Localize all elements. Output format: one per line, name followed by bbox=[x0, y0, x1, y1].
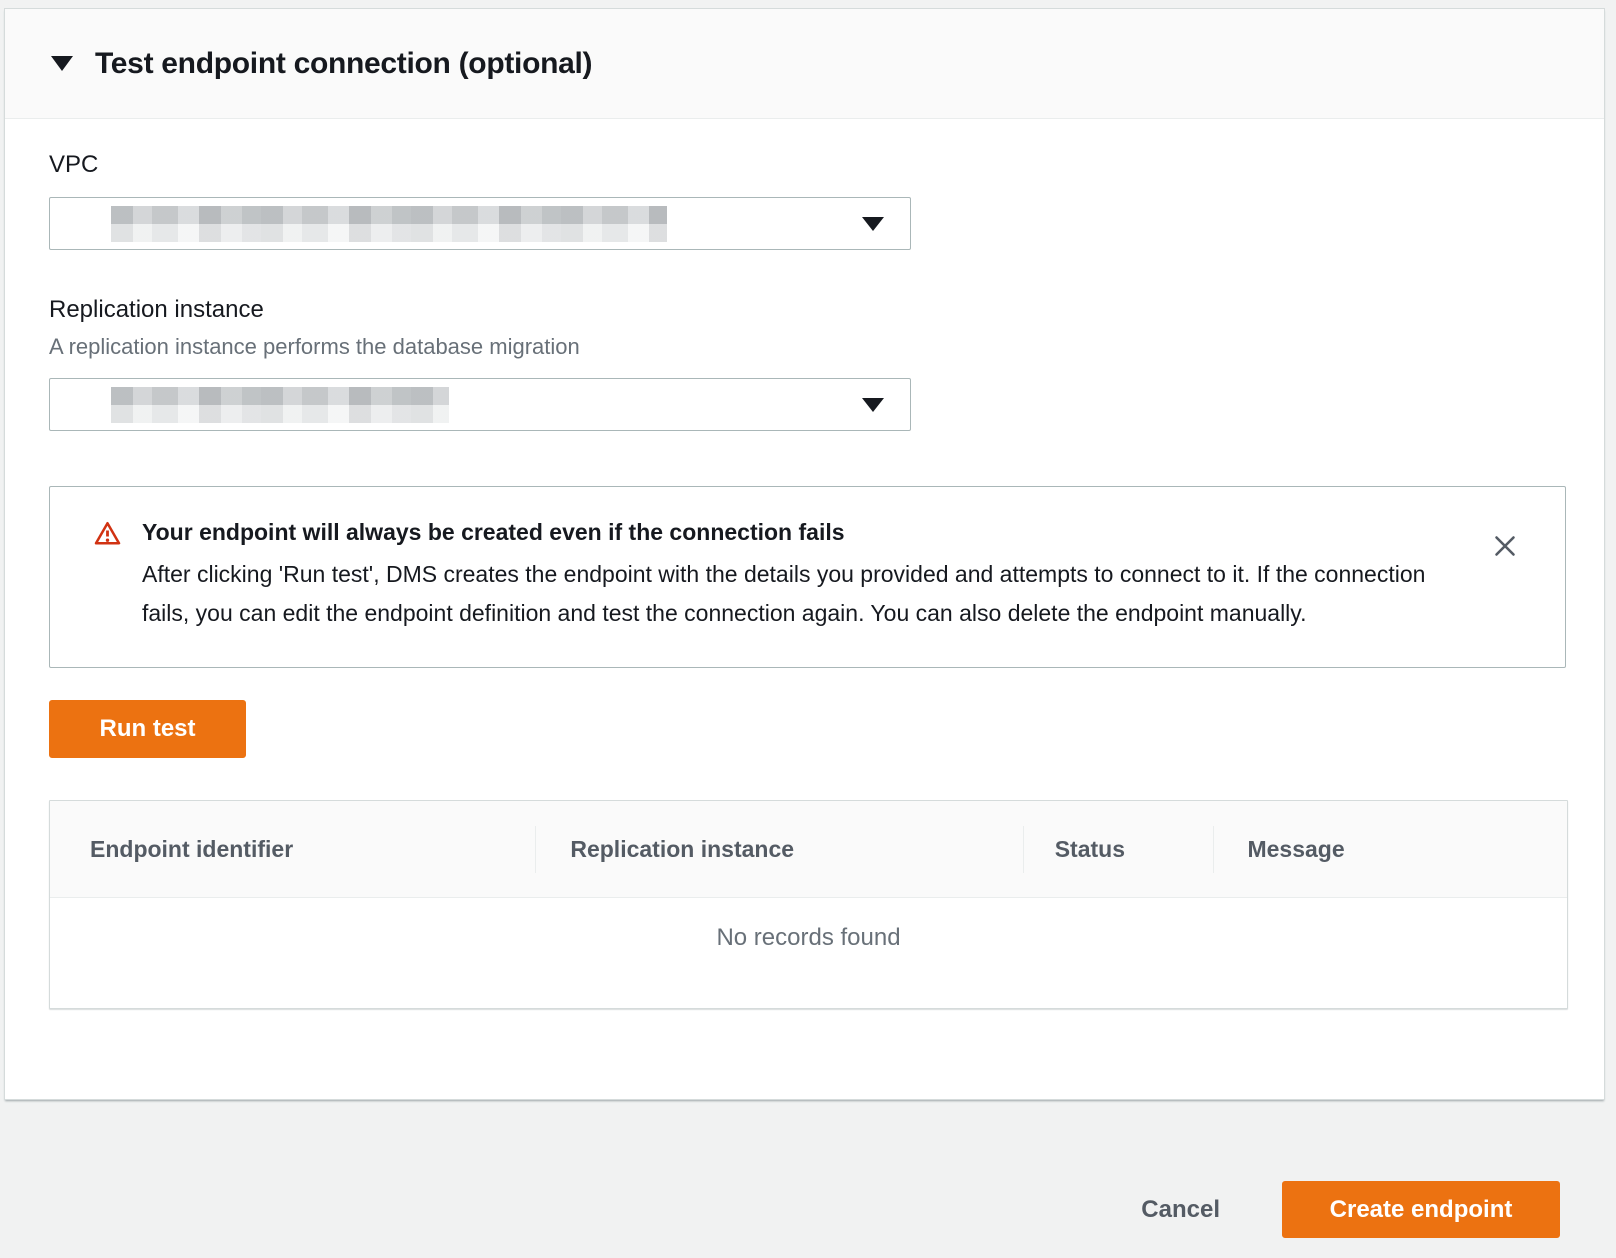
vpc-select[interactable] bbox=[49, 197, 911, 250]
warning-alert-close-button[interactable] bbox=[1490, 531, 1520, 561]
column-header-status: Status bbox=[1023, 801, 1214, 897]
warning-alert-title: Your endpoint will always be created eve… bbox=[142, 519, 1442, 546]
run-test-button[interactable]: Run test bbox=[49, 700, 246, 758]
column-header-message: Message bbox=[1213, 801, 1567, 897]
column-header-endpoint-identifier: Endpoint identifier bbox=[50, 801, 535, 897]
close-icon bbox=[1490, 531, 1520, 561]
replication-instance-select[interactable] bbox=[49, 378, 911, 431]
replication-instance-label: Replication instance bbox=[49, 296, 1604, 324]
vpc-caret-down-icon bbox=[862, 217, 884, 231]
warning-triangle-icon bbox=[94, 520, 121, 633]
test-results-table: Endpoint identifier Replication instance… bbox=[49, 800, 1568, 1009]
column-header-replication-instance: Replication instance bbox=[535, 801, 1022, 897]
replication-instance-selected-value-redacted bbox=[111, 387, 449, 423]
section-collapse-caret-icon bbox=[51, 56, 73, 71]
warning-alert: Your endpoint will always be created eve… bbox=[49, 486, 1566, 668]
create-endpoint-button[interactable]: Create endpoint bbox=[1282, 1181, 1560, 1238]
vpc-label: VPC bbox=[49, 151, 1604, 179]
footer-action-bar: Cancel Create endpoint bbox=[1141, 1181, 1560, 1238]
section-header-toggle[interactable]: Test endpoint connection (optional) bbox=[5, 9, 1604, 119]
cancel-button[interactable]: Cancel bbox=[1141, 1196, 1220, 1224]
section-title: Test endpoint connection (optional) bbox=[95, 47, 592, 81]
table-empty-state: No records found bbox=[50, 898, 1567, 1008]
replication-instance-caret-down-icon bbox=[862, 398, 884, 412]
vpc-selected-value-redacted bbox=[111, 206, 667, 242]
warning-alert-content: Your endpoint will always be created eve… bbox=[142, 517, 1442, 633]
section-body: VPC Replication instance A replication i… bbox=[5, 119, 1604, 1009]
table-header-row: Endpoint identifier Replication instance… bbox=[50, 801, 1567, 898]
warning-alert-body: After clicking 'Run test', DMS creates t… bbox=[142, 555, 1442, 633]
test-endpoint-connection-panel: Test endpoint connection (optional) VPC … bbox=[4, 8, 1605, 1100]
replication-instance-description: A replication instance performs the data… bbox=[49, 334, 1604, 360]
